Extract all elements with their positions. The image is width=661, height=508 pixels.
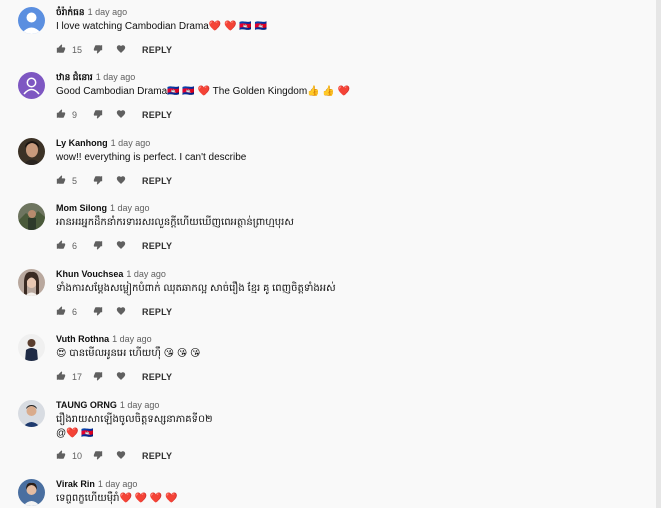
- comment-text: 😍 បានមើលអូនអេ ហើយហ៊ឺ 😘 😘 😘: [56, 348, 201, 359]
- like-count: 5: [72, 176, 78, 186]
- comment-date[interactable]: 1 day ago: [111, 138, 151, 148]
- like-count: 10: [72, 451, 83, 461]
- like-count: 6: [72, 307, 78, 317]
- thumbs-up-icon[interactable]: [56, 109, 66, 121]
- comment-text: រឿងរាយសាឡើងចូលចិត្តទស្សនាភាគទី០២: [56, 414, 213, 425]
- author-name[interactable]: Mom Silong: [56, 203, 107, 213]
- thumbs-down-icon[interactable]: [93, 371, 103, 383]
- comment-header: Ly Kanhong 1 day ago: [56, 138, 150, 148]
- thumbs-up-icon[interactable]: [56, 306, 66, 318]
- thumbs-up-icon[interactable]: [56, 450, 66, 462]
- reply-button[interactable]: REPLY: [142, 372, 172, 382]
- author-name[interactable]: Virak Rin: [56, 479, 95, 489]
- comment-text: ទេព្ចពក្ខហើយម៉ឺរាំ❤️ ❤️ ❤️ ❤️: [56, 493, 178, 504]
- comment-text: ទាំងការសម្ដែងសម្លៀកបំពាក់ ឈុតឆាកល្អ សាច់…: [56, 283, 336, 294]
- thumbs-up-icon[interactable]: [56, 240, 66, 252]
- author-name[interactable]: Ly Kanhong: [56, 138, 108, 148]
- thumbs-down-icon[interactable]: [93, 306, 103, 318]
- comment-text: wow!! everything is perfect. I can't des…: [56, 152, 247, 163]
- reply-button[interactable]: REPLY: [142, 241, 172, 251]
- thumbs-down-icon[interactable]: [93, 450, 103, 462]
- heart-icon[interactable]: [116, 240, 126, 252]
- comment-header: Khun Vouchsea 1 day ago: [56, 269, 166, 279]
- avatar[interactable]: [18, 72, 45, 99]
- author-name[interactable]: TAUNG ORNG: [56, 400, 117, 410]
- thumbs-down-icon[interactable]: [93, 240, 103, 252]
- avatar[interactable]: [18, 479, 45, 506]
- thumbs-up-icon[interactable]: [56, 44, 66, 56]
- comment-text-line-2: @❤️ 🇰🇭: [56, 428, 94, 439]
- heart-icon[interactable]: [116, 371, 126, 383]
- avatar[interactable]: [18, 203, 45, 230]
- thumbs-down-icon[interactable]: [93, 44, 103, 56]
- like-count: 6: [72, 241, 78, 251]
- heart-icon[interactable]: [116, 44, 126, 56]
- comment-header: ចំរ៉ាក់ធន 1 day ago: [56, 7, 127, 20]
- comment-header: ឋាន ជំនោរ 1 day ago: [56, 72, 135, 85]
- like-count: 15: [72, 45, 83, 55]
- comment-header: Mom Silong 1 day ago: [56, 203, 150, 213]
- comment-text: Good Cambodian Drama🇰🇭 🇰🇭 ❤️ The Golden …: [56, 86, 351, 97]
- avatar[interactable]: [18, 7, 45, 34]
- comment-date[interactable]: 1 day ago: [96, 72, 136, 82]
- reply-button[interactable]: REPLY: [142, 451, 172, 461]
- reply-button[interactable]: REPLY: [142, 45, 172, 55]
- reply-button[interactable]: REPLY: [142, 110, 172, 120]
- thumbs-down-icon[interactable]: [93, 109, 103, 121]
- comment-date[interactable]: 1 day ago: [126, 269, 166, 279]
- like-count: 17: [72, 372, 83, 382]
- reply-button[interactable]: REPLY: [142, 176, 172, 186]
- author-name[interactable]: Khun Vouchsea: [56, 269, 123, 279]
- thumbs-down-icon[interactable]: [93, 175, 103, 187]
- author-name[interactable]: ចំរ៉ាក់ធន: [56, 7, 85, 17]
- avatar[interactable]: [18, 400, 45, 427]
- comment-date[interactable]: 1 day ago: [110, 203, 150, 213]
- heart-icon[interactable]: [116, 306, 126, 318]
- author-name[interactable]: Vuth Rothna: [56, 334, 109, 344]
- heart-icon[interactable]: [116, 109, 126, 121]
- heart-icon[interactable]: [116, 175, 126, 187]
- heart-icon[interactable]: [116, 450, 126, 462]
- comment-header: Vuth Rothna 1 day ago: [56, 334, 152, 344]
- reply-button[interactable]: REPLY: [142, 307, 172, 317]
- comment-date[interactable]: 1 day ago: [88, 7, 128, 17]
- comment-text: I love watching Cambodian Drama❤️ ❤️ 🇰🇭 …: [56, 21, 267, 32]
- author-name[interactable]: ឋាន ជំនោរ: [56, 72, 93, 82]
- comment-date[interactable]: 1 day ago: [120, 400, 160, 410]
- comment-text: អានអរអ្នកដឹកនាំករទាររសរលួនក្ដីហើយឃើញពេអត…: [56, 217, 294, 228]
- scroll-edge: [656, 0, 661, 508]
- thumbs-up-icon[interactable]: [56, 371, 66, 383]
- comment-date[interactable]: 1 day ago: [112, 334, 152, 344]
- avatar[interactable]: [18, 138, 45, 165]
- avatar[interactable]: [18, 334, 45, 361]
- comment-header: TAUNG ORNG 1 day ago: [56, 400, 159, 410]
- avatar[interactable]: [18, 269, 45, 296]
- comment-date[interactable]: 1 day ago: [98, 479, 138, 489]
- thumbs-up-icon[interactable]: [56, 175, 66, 187]
- like-count: 9: [72, 110, 78, 120]
- comment-header: Virak Rin 1 day ago: [56, 479, 137, 489]
